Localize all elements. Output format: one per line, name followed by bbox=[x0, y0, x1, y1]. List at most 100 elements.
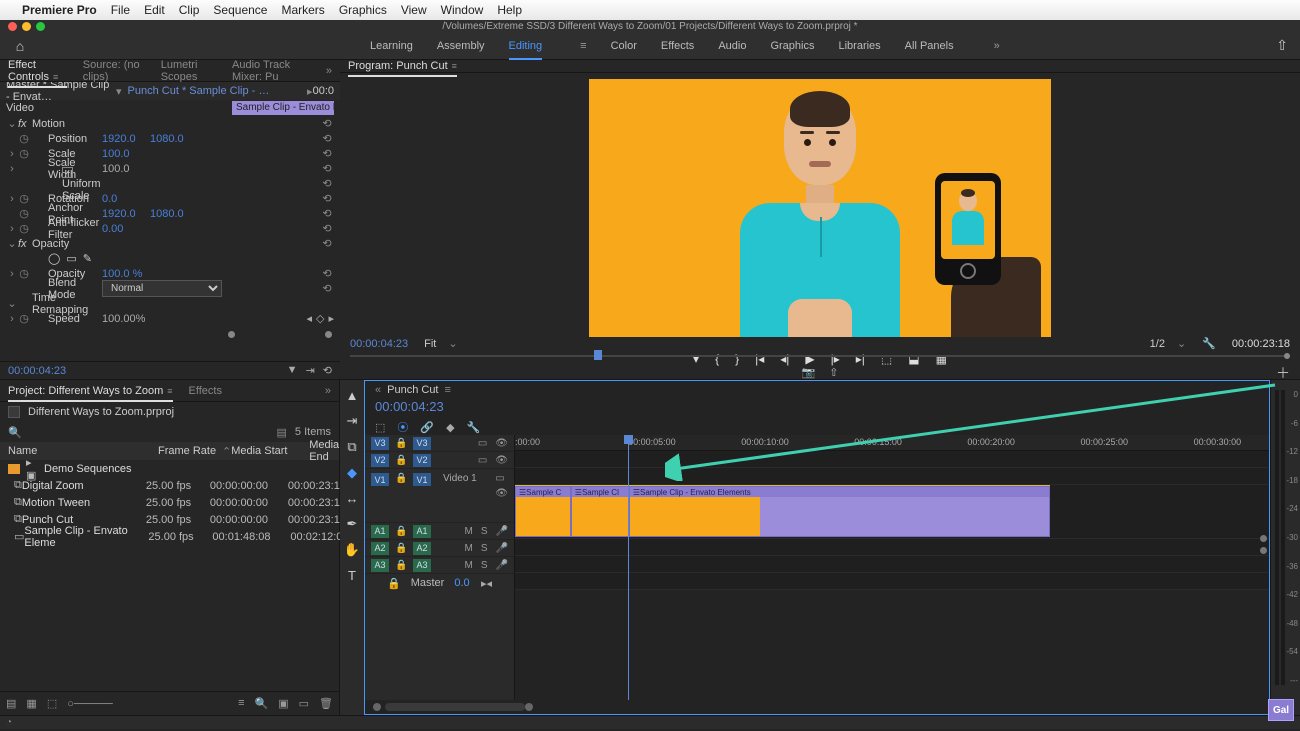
ws-editing[interactable]: Editing bbox=[509, 40, 543, 52]
menu-view[interactable]: View bbox=[401, 3, 427, 17]
ec-position-y[interactable]: 1080.0 bbox=[150, 133, 198, 145]
markers-icon[interactable]: ◆ bbox=[446, 421, 454, 434]
toggle-output-icon[interactable]: ▭ bbox=[495, 473, 508, 484]
ec-position-x[interactable]: 1920.0 bbox=[102, 133, 150, 145]
mute-icon[interactable]: M bbox=[465, 560, 473, 571]
list-item[interactable]: ▸ ▣Demo Sequences bbox=[0, 460, 339, 477]
track-header-a2[interactable]: A2🔒A2MS🎤 bbox=[365, 540, 514, 557]
ripple-tool-icon[interactable]: ⧉ bbox=[347, 439, 356, 455]
clip[interactable]: ☰ Sample Cl bbox=[571, 486, 629, 537]
twirl-icon[interactable]: › bbox=[6, 268, 18, 280]
solo-icon[interactable]: S bbox=[481, 543, 488, 554]
tab-lumetri-scopes[interactable]: Lumetri Scopes bbox=[161, 59, 216, 83]
mask-pen-icon[interactable]: ✎ bbox=[83, 252, 92, 265]
list-view-icon[interactable]: ▤ bbox=[6, 697, 16, 710]
twirl-icon[interactable]: › bbox=[6, 313, 18, 325]
uniform-scale-checkbox[interactable]: ✓ bbox=[62, 167, 73, 178]
kf-next-icon[interactable]: ▸ bbox=[328, 312, 334, 325]
eye-icon[interactable]: 👁 bbox=[495, 488, 508, 499]
voice-icon[interactable]: 🎤 bbox=[496, 560, 508, 571]
hand-tool-icon[interactable]: ✋ bbox=[344, 542, 360, 558]
master-value[interactable]: 0.0 bbox=[454, 577, 469, 589]
tab-effects-panel[interactable]: Effects bbox=[189, 385, 222, 397]
list-item[interactable]: ⧉Digital Zoom25.00 fps00:00:00:0000:00:2… bbox=[0, 477, 339, 494]
list-item[interactable]: ▭Sample Clip - Envato Eleme25.00 fps00:0… bbox=[0, 528, 339, 545]
chevron-down-icon[interactable]: ⌄ bbox=[1177, 337, 1186, 350]
ec-timecode[interactable]: 00:00:04:23 bbox=[8, 365, 66, 377]
nest-icon[interactable]: ⬚ bbox=[375, 421, 385, 434]
ws-color[interactable]: Color bbox=[611, 40, 637, 52]
ws-audio[interactable]: Audio bbox=[718, 40, 746, 52]
new-item-icon[interactable]: ▭ bbox=[299, 697, 309, 710]
ws-graphics[interactable]: Graphics bbox=[770, 40, 814, 52]
ec-scale[interactable]: 100.0 bbox=[102, 148, 150, 160]
reset-icon[interactable]: ⟲ bbox=[320, 237, 334, 250]
close-window-icon[interactable] bbox=[8, 22, 17, 31]
lock-icon[interactable]: 🔒 bbox=[387, 577, 401, 590]
stopwatch-icon[interactable]: ◷ bbox=[18, 267, 30, 280]
pen-tool-icon[interactable]: ✒ bbox=[347, 516, 358, 532]
camera-icon[interactable]: 📷 bbox=[802, 366, 816, 379]
bin-icon[interactable] bbox=[8, 406, 20, 418]
snap-icon[interactable]: ⦿ bbox=[397, 419, 408, 435]
mute-icon[interactable]: M bbox=[465, 543, 473, 554]
ec-opacity[interactable]: 100.0 % bbox=[102, 268, 150, 280]
timeline-nav-icon[interactable]: « bbox=[375, 384, 381, 396]
menu-file[interactable]: File bbox=[111, 3, 130, 17]
tab-program[interactable]: Program: Punch Cut≡ bbox=[348, 60, 457, 72]
menu-help[interactable]: Help bbox=[497, 3, 522, 17]
stopwatch-icon[interactable]: ◷ bbox=[18, 147, 30, 160]
ec-opacity-section[interactable]: Opacity bbox=[30, 238, 102, 250]
project-search-input[interactable] bbox=[30, 426, 269, 438]
col-mediastart[interactable]: Media Start bbox=[231, 445, 309, 457]
reset-icon[interactable]: ⟲ bbox=[320, 117, 334, 130]
twirl-icon[interactable]: › bbox=[6, 193, 18, 205]
freeform-view-icon[interactable]: ⬚ bbox=[47, 697, 57, 710]
reset-icon[interactable]: ⟲ bbox=[320, 162, 334, 175]
lock-icon[interactable]: 🔒 bbox=[395, 438, 407, 449]
home-button[interactable]: ⌂ bbox=[0, 38, 40, 54]
lock-icon[interactable]: 🔒 bbox=[395, 473, 407, 484]
tab-menu-icon[interactable]: ≡ bbox=[445, 384, 451, 396]
tab-source[interactable]: Source: (no clips) bbox=[83, 59, 145, 83]
program-timecode[interactable]: 00:00:04:23 bbox=[350, 338, 408, 350]
kf-add-icon[interactable]: ◇ bbox=[316, 312, 324, 325]
solo-icon[interactable]: S bbox=[481, 560, 488, 571]
program-resolution[interactable]: 1/2 bbox=[1150, 338, 1165, 350]
reset-icon[interactable]: ⟲ bbox=[320, 207, 334, 220]
stopwatch-icon[interactable]: ◷ bbox=[18, 207, 30, 220]
reset-icon[interactable]: ⟲ bbox=[320, 147, 334, 160]
clip[interactable]: ☰ Sample Clip - Envato Elements bbox=[629, 486, 1050, 537]
mask-rect-icon[interactable]: ▭ bbox=[66, 252, 76, 265]
menu-markers[interactable]: Markers bbox=[281, 3, 324, 17]
lock-icon[interactable]: 🔒 bbox=[395, 526, 407, 537]
trash-icon[interactable]: 🗑 bbox=[319, 697, 333, 710]
kf-prev-icon[interactable]: ◂ bbox=[306, 312, 312, 325]
timeline-content[interactable]: :00:00 00:00:05:00 00:00:10:00 00:00:15:… bbox=[515, 435, 1269, 700]
scroll-handle-icon[interactable] bbox=[1260, 535, 1267, 542]
timeline-zoom-scroll[interactable] bbox=[365, 700, 1269, 714]
menu-clip[interactable]: Clip bbox=[179, 3, 200, 17]
reset-icon[interactable]: ⟲ bbox=[320, 267, 334, 280]
eye-icon[interactable]: 👁 bbox=[495, 438, 508, 449]
twirl-icon[interactable]: › bbox=[6, 163, 18, 175]
program-zoom-fit[interactable]: Fit bbox=[424, 338, 436, 350]
menu-window[interactable]: Window bbox=[441, 3, 484, 17]
tab-effect-controls[interactable]: Effect Controls≡ bbox=[8, 59, 67, 83]
twirl-icon[interactable]: › bbox=[6, 223, 18, 235]
twirl-icon[interactable]: ⌄ bbox=[6, 117, 18, 130]
collapse-icon[interactable]: ▸◂ bbox=[481, 577, 492, 590]
menu-edit[interactable]: Edit bbox=[144, 3, 165, 17]
app-name[interactable]: Premiere Pro bbox=[22, 3, 97, 17]
tab-menu-icon[interactable]: ≡ bbox=[452, 61, 457, 71]
track-select-tool-icon[interactable]: ⇥ bbox=[347, 413, 358, 429]
master-track[interactable]: 🔒Master0.0▸◂ bbox=[365, 574, 514, 592]
stopwatch-icon[interactable]: ◷ bbox=[18, 222, 30, 235]
slip-tool-icon[interactable]: ↔ bbox=[346, 491, 359, 506]
blend-mode-select[interactable]: Normal bbox=[102, 280, 222, 297]
ws-effects[interactable]: Effects bbox=[661, 40, 694, 52]
fx-badge-icon[interactable]: fx bbox=[18, 238, 30, 250]
razor-tool-icon[interactable]: ◆ bbox=[347, 465, 357, 481]
ec-anchor-y[interactable]: 1080.0 bbox=[150, 208, 198, 220]
zoom-slider[interactable]: ○───── bbox=[67, 698, 113, 710]
